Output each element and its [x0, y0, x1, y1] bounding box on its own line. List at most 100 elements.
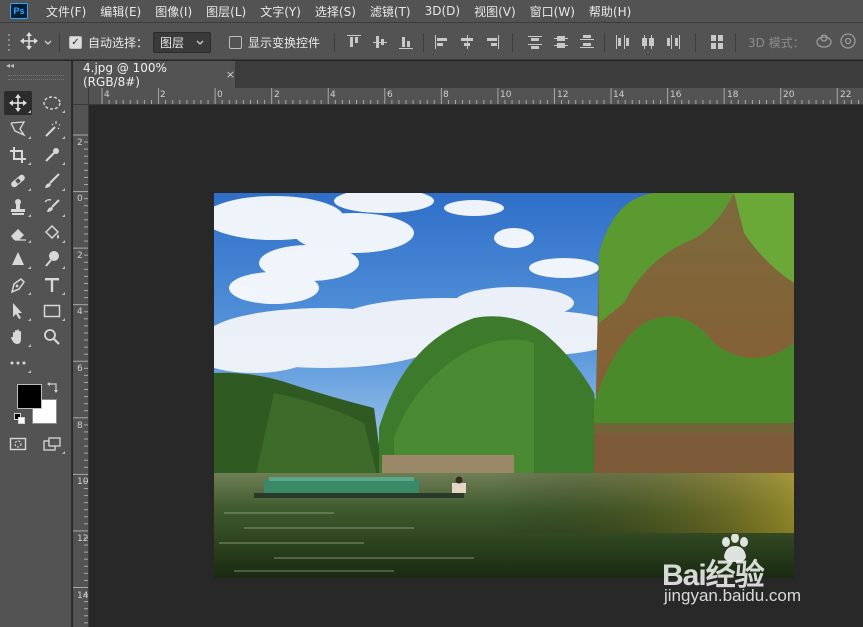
3d-orbit-icon[interactable] — [815, 33, 833, 52]
healing-brush-tool[interactable] — [4, 169, 32, 193]
horizontal-ruler[interactable]: 4 2 0 2 4 6 8 10 12 14 16 18 20 22 — [89, 88, 863, 105]
menu-3d[interactable]: 3D(D) — [425, 4, 460, 18]
clone-stamp-tool[interactable] — [4, 195, 32, 219]
history-brush-tool[interactable] — [38, 195, 66, 219]
align-top-edges-icon[interactable] — [347, 35, 361, 49]
3d-mode-label: 3D 模式： — [748, 35, 805, 50]
type-tool[interactable] — [38, 273, 66, 297]
edit-toolbar-button[interactable] — [4, 351, 32, 375]
menu-type[interactable]: 文字(Y) — [260, 3, 301, 20]
canvas-image[interactable] — [214, 193, 794, 578]
crop-icon — [10, 147, 26, 163]
hand-tool[interactable] — [4, 325, 32, 349]
vertical-ruler[interactable]: 2 0 2 4 6 8 10 12 14 — [73, 105, 89, 627]
3d-roll-icon[interactable] — [839, 32, 857, 53]
tool-preset-picker[interactable] — [20, 23, 52, 61]
menu-bar: Ps 文件(F) 编辑(E) 图像(I) 图层(L) 文字(Y) 选择(S) 滤… — [0, 0, 863, 22]
ruler-label: 0 — [77, 194, 83, 204]
align-horizontal-centers-icon[interactable] — [460, 35, 474, 49]
rectangle-tool[interactable] — [38, 299, 66, 323]
options-grip[interactable] — [8, 23, 12, 61]
ruler-label: 10 — [500, 90, 512, 100]
move-icon — [9, 94, 27, 112]
distribute-bottom-edges-icon[interactable] — [580, 35, 594, 49]
history-brush-icon — [44, 199, 60, 212]
more-dots-icon — [10, 361, 26, 365]
distribute-left-edges-icon[interactable] — [615, 35, 629, 49]
align-bottom-edges-icon[interactable] — [399, 35, 413, 49]
close-icon[interactable]: × — [226, 68, 235, 81]
auto-select-checkbox[interactable]: ✓ — [69, 35, 82, 49]
type-icon — [45, 278, 59, 292]
show-transform-checkbox[interactable] — [229, 35, 242, 49]
auto-select-target-dropdown[interactable]: 图层 — [153, 31, 211, 53]
divider — [334, 33, 335, 52]
divider — [512, 33, 513, 52]
lasso-tool[interactable] — [4, 117, 32, 141]
menu-select[interactable]: 选择(S) — [315, 3, 356, 20]
document-tab[interactable]: 4.jpg @ 100%(RGB/8#) × — [73, 60, 235, 89]
panel-grip[interactable] — [8, 75, 64, 80]
auto-align-layers-icon[interactable] — [710, 35, 724, 49]
ruler-label: 8 — [77, 421, 83, 431]
eyedropper-icon — [45, 148, 59, 162]
move-tool[interactable] — [4, 91, 32, 115]
default-colors-icon[interactable] — [14, 413, 26, 428]
menu-window[interactable]: 窗口(W) — [530, 3, 575, 20]
rectangle-icon — [43, 304, 61, 318]
eyedropper-tool[interactable] — [38, 143, 66, 167]
pen-icon — [10, 278, 25, 294]
move-icon — [20, 31, 38, 53]
polygonal-lasso-icon — [10, 121, 26, 137]
chevron-down-icon — [196, 35, 204, 49]
align-vertical-centers-icon[interactable] — [373, 35, 387, 49]
ruler-label: 2 — [77, 251, 83, 261]
show-transform-option[interactable]: 显示变换控件 — [229, 23, 320, 61]
marquee-tool[interactable] — [38, 91, 66, 115]
menu-view[interactable]: 视图(V) — [474, 3, 516, 20]
menu-file[interactable]: 文件(F) — [46, 3, 86, 20]
blur-tool[interactable] — [4, 247, 32, 271]
ruler-label: 8 — [443, 90, 449, 100]
magic-wand-tool[interactable] — [38, 117, 66, 141]
document-title: 4.jpg @ 100%(RGB/8#) — [83, 60, 167, 89]
dodge-tool[interactable] — [38, 247, 66, 271]
paint-bucket-tool[interactable] — [38, 221, 66, 245]
swap-colors-icon[interactable] — [47, 381, 59, 396]
auto-select-label: 自动选择： — [88, 35, 149, 50]
dodge-icon — [45, 251, 59, 267]
quick-mask-button[interactable] — [4, 432, 32, 456]
distribute-vertical-centers-icon[interactable] — [554, 35, 568, 49]
ruler-label: 4 — [104, 90, 110, 100]
eraser-tool[interactable] — [4, 221, 32, 245]
foreground-color-swatch[interactable] — [17, 384, 42, 409]
auto-select-option[interactable]: ✓ 自动选择： — [69, 23, 148, 61]
tools-panel: ◂◂ — [0, 61, 72, 627]
ruler-origin[interactable] — [73, 88, 89, 105]
distribute-top-edges-icon[interactable] — [528, 35, 542, 49]
photoshop-logo: Ps — [10, 3, 28, 19]
collapse-panel-icon[interactable]: ◂◂ — [6, 61, 14, 73]
menu-edit[interactable]: 编辑(E) — [100, 3, 141, 20]
zoom-tool[interactable] — [38, 325, 66, 349]
crop-tool[interactable] — [4, 143, 32, 167]
divider — [735, 33, 736, 52]
menu-help[interactable]: 帮助(H) — [589, 3, 631, 20]
align-left-edges-icon[interactable] — [435, 35, 449, 49]
screen-mode-button[interactable] — [38, 432, 66, 456]
magnifier-icon — [44, 329, 60, 345]
stamp-icon — [11, 199, 25, 215]
distribute-horizontal-centers-icon[interactable] — [641, 35, 655, 49]
align-right-edges-icon[interactable] — [485, 35, 499, 49]
menu-image[interactable]: 图像(I) — [155, 3, 192, 20]
menu-filter[interactable]: 滤镜(T) — [370, 3, 411, 20]
pen-tool[interactable] — [4, 273, 32, 297]
ruler-label: 22 — [840, 90, 852, 100]
path-selection-tool[interactable] — [4, 299, 32, 323]
ruler-label: 4 — [330, 90, 336, 100]
brush-tool[interactable] — [38, 169, 66, 193]
ruler-label: 6 — [387, 90, 393, 100]
ruler-label: 10 — [77, 477, 89, 487]
menu-layer[interactable]: 图层(L) — [206, 3, 246, 20]
distribute-right-edges-icon[interactable] — [667, 35, 681, 49]
